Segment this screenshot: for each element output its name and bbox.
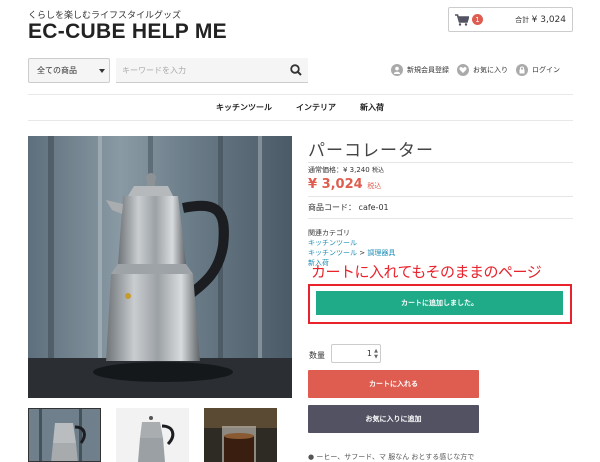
title-divider — [308, 162, 573, 163]
product-title: パーコレーター — [308, 141, 434, 161]
signup-label: 新規会員登録 — [407, 66, 449, 74]
category-link-kitchen[interactable]: キッチンツール — [308, 239, 357, 247]
login-link[interactable]: ログイン — [516, 64, 560, 76]
normal-price: 通常価格：¥ 3,240 税込 — [308, 165, 384, 175]
user-icon — [391, 64, 403, 76]
normal-price-tax: 税込 — [371, 167, 384, 174]
product-main-image[interactable] — [28, 136, 292, 398]
search-bar: 全ての商品 キーワードを入力 — [28, 58, 308, 83]
add-to-cart-button[interactable]: カートに入れる — [308, 370, 479, 398]
search-icon[interactable] — [290, 64, 302, 78]
category-link-cookware[interactable]: 調理器具 — [367, 249, 395, 257]
cart-total: 合計 ¥ 3,024 — [515, 15, 566, 25]
cart-count-badge: 1 — [472, 14, 483, 25]
normal-price-value: 通常価格：¥ 3,240 — [308, 166, 370, 174]
search-input[interactable]: キーワードを入力 — [116, 58, 308, 83]
quantity-label: 数量 — [309, 351, 325, 360]
thumbnail-1[interactable] — [28, 408, 101, 462]
price-divider — [308, 196, 573, 197]
sale-price-value: ¥ 3,024 — [308, 177, 363, 192]
code-divider — [308, 218, 573, 219]
search-placeholder: キーワードを入力 — [122, 65, 186, 75]
site-logo[interactable]: EC-CUBE HELP ME — [28, 20, 227, 44]
login-label: ログイン — [532, 66, 560, 74]
product-description: ● ーヒー、サフード、マ 服なん おとする感じな方で — [308, 453, 475, 461]
spinner-arrows-icon[interactable]: ▲ ▼ — [374, 348, 378, 360]
nav-item-new[interactable]: 新入荷 — [358, 100, 386, 115]
nav-item-kitchen[interactable]: キッチンツール — [214, 100, 274, 115]
cart-total-value: ¥ 3,024 — [531, 14, 566, 25]
thumbnail-list — [28, 408, 277, 462]
favorites-link[interactable]: お気に入り — [457, 64, 508, 76]
category-select[interactable]: 全ての商品 — [28, 58, 110, 83]
nav-divider — [28, 120, 573, 121]
global-nav: キッチンツール インテリア 新入荷 — [0, 100, 600, 115]
heart-icon — [457, 64, 469, 76]
product-code: 商品コード： cafe-01 — [308, 203, 389, 212]
sale-price: ¥ 3,024 税込 — [308, 177, 381, 192]
related-categories-label: 関連カテゴリ — [308, 229, 350, 237]
add-to-favorites-button[interactable]: お気に入りに追加 — [308, 405, 479, 433]
cart-icon — [455, 13, 470, 26]
category-select-value: 全ての商品 — [37, 66, 77, 75]
quantity-value: 1 — [366, 349, 372, 358]
sale-price-tax: 税込 — [367, 182, 382, 190]
favorites-label: お気に入り — [473, 66, 508, 74]
signup-link[interactable]: 新規会員登録 — [391, 64, 449, 76]
thumbnail-2[interactable] — [116, 408, 189, 462]
annotation-text: カートに入れてもそのままのページ — [311, 263, 542, 281]
quantity-stepper[interactable]: 1 ▲ ▼ — [331, 344, 381, 363]
header-divider — [28, 94, 573, 95]
cart-summary[interactable]: 1 合計 ¥ 3,024 — [448, 7, 573, 32]
cart-added-button[interactable]: カートに追加しました。 — [316, 291, 563, 315]
lock-icon — [516, 64, 528, 76]
breadcrumb-separator: > — [359, 249, 366, 257]
chevron-down-icon — [99, 69, 105, 73]
user-links: 新規会員登録 お気に入り ログイン — [391, 64, 560, 76]
category-link-kitchen-2[interactable]: キッチンツール — [308, 249, 357, 257]
nav-item-interior[interactable]: インテリア — [294, 100, 338, 115]
cart-total-label: 合計 — [515, 15, 530, 24]
thumbnail-3[interactable] — [204, 408, 277, 462]
